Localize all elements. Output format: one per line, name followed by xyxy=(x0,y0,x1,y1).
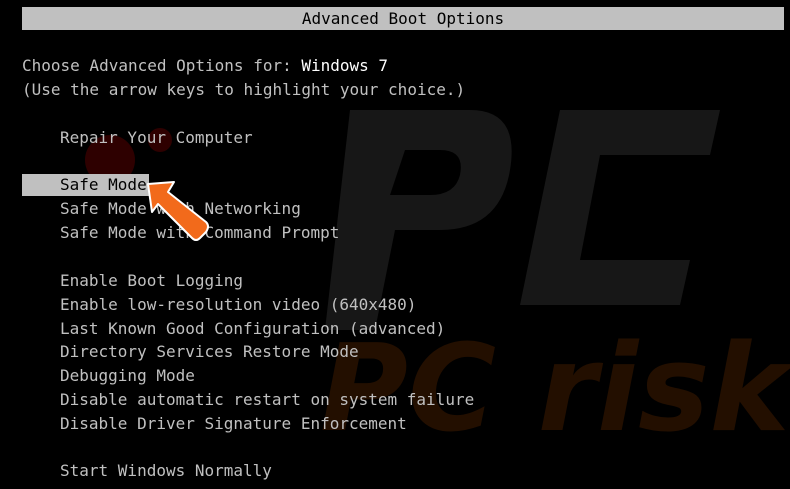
boot-option-last-known-good-configuration-advanced[interactable]: Last Known Good Configuration (advanced) xyxy=(60,318,445,340)
prompt-line: Choose Advanced Options for: Windows 7 xyxy=(22,55,388,77)
boot-option-start-windows-normally[interactable]: Start Windows Normally xyxy=(60,460,272,482)
boot-option-safe-mode-with-networking[interactable]: Safe Mode with Networking xyxy=(60,198,301,220)
boot-option-safe-mode[interactable]: Safe Mode xyxy=(22,174,149,196)
boot-option-disable-driver-signature-enforcement[interactable]: Disable Driver Signature Enforcement xyxy=(60,413,407,435)
window-title: Advanced Boot Options xyxy=(22,7,784,30)
boot-screen: PC risk.com Advanced Boot Options Choose… xyxy=(0,0,790,489)
prompt-prefix: Choose Advanced Options for: xyxy=(22,56,302,75)
os-name: Windows 7 xyxy=(301,56,389,75)
boot-option-debugging-mode[interactable]: Debugging Mode xyxy=(60,365,195,387)
boot-option-enable-boot-logging[interactable]: Enable Boot Logging xyxy=(60,270,243,292)
boot-option-safe-mode-with-command-prompt[interactable]: Safe Mode with Command Prompt xyxy=(60,222,339,244)
boot-option-enable-low-resolution-video-640x480[interactable]: Enable low-resolution video (640x480) xyxy=(60,294,416,316)
boot-option-repair-your-computer[interactable]: Repair Your Computer xyxy=(60,127,253,149)
boot-option-directory-services-restore-mode[interactable]: Directory Services Restore Mode xyxy=(60,341,359,363)
instruction-hint: (Use the arrow keys to highlight your ch… xyxy=(22,80,466,99)
boot-option-disable-automatic-restart-on-system-failure[interactable]: Disable automatic restart on system fail… xyxy=(60,389,474,411)
